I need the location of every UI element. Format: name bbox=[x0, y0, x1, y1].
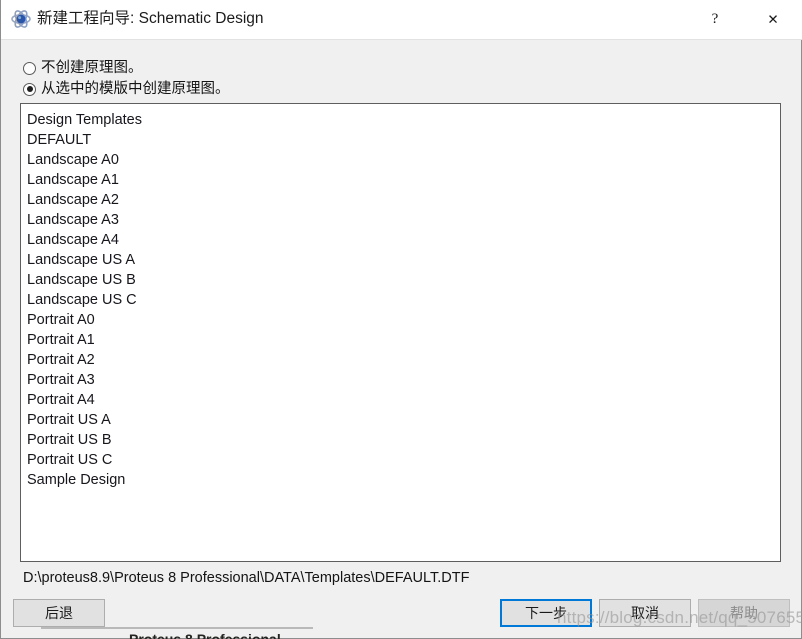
radio-option-from-template[interactable]: 从选中的模版中创建原理图。 bbox=[23, 79, 523, 99]
list-item[interactable]: Landscape A1 bbox=[21, 170, 780, 190]
back-button[interactable]: 后退 bbox=[13, 599, 105, 627]
list-item[interactable]: Sample Design bbox=[21, 470, 780, 490]
radio-indicator-checked[interactable] bbox=[23, 82, 36, 96]
bottom-edge-divider bbox=[41, 627, 313, 629]
list-item[interactable]: Design Templates bbox=[21, 110, 780, 130]
window-title: 新建工程向导: Schematic Design bbox=[37, 10, 264, 27]
title-bar: 新建工程向导: Schematic Design ? ✕ bbox=[1, 0, 802, 40]
list-item[interactable]: Landscape A0 bbox=[21, 150, 780, 170]
list-item[interactable]: DEFAULT bbox=[21, 130, 780, 150]
list-item[interactable]: Portrait A1 bbox=[21, 330, 780, 350]
list-item[interactable]: Landscape US C bbox=[21, 290, 780, 310]
list-item[interactable]: Portrait A2 bbox=[21, 350, 780, 370]
schematic-option-radio-group: 不创建原理图。 从选中的模版中创建原理图。 bbox=[23, 58, 523, 100]
list-item[interactable]: Landscape US A bbox=[21, 250, 780, 270]
radio-option-no-schematic-label: 不创建原理图。 bbox=[41, 60, 143, 76]
design-templates-listbox[interactable]: Design Templates DEFAULT Landscape A0 La… bbox=[20, 103, 781, 562]
help-button: 帮助 bbox=[698, 599, 790, 627]
list-item[interactable]: Portrait US C bbox=[21, 450, 780, 470]
list-item[interactable]: Portrait A3 bbox=[21, 370, 780, 390]
list-item[interactable]: Landscape A3 bbox=[21, 210, 780, 230]
cancel-button[interactable]: 取消 bbox=[599, 599, 691, 627]
new-project-wizard-dialog: 新建工程向导: Schematic Design ? ✕ 不创建原理图。 从选中… bbox=[0, 0, 802, 639]
list-item[interactable]: Landscape A2 bbox=[21, 190, 780, 210]
list-item[interactable]: Landscape US B bbox=[21, 270, 780, 290]
listbox-items-container: Design Templates DEFAULT Landscape A0 La… bbox=[21, 104, 780, 490]
help-caption-button[interactable]: ? bbox=[692, 0, 738, 39]
bottom-clipped-text: Proteus 8 Professional bbox=[129, 631, 281, 639]
list-item[interactable]: Portrait US A bbox=[21, 410, 780, 430]
selected-template-path: D:\proteus8.9\Proteus 8 Professional\DAT… bbox=[23, 570, 470, 586]
radio-option-no-schematic[interactable]: 不创建原理图。 bbox=[23, 58, 523, 78]
radio-indicator-unchecked[interactable] bbox=[23, 61, 36, 75]
list-item[interactable]: Landscape A4 bbox=[21, 230, 780, 250]
list-item[interactable]: Portrait A4 bbox=[21, 390, 780, 410]
list-item[interactable]: Portrait A0 bbox=[21, 310, 780, 330]
radio-option-from-template-label: 从选中的模版中创建原理图。 bbox=[41, 81, 230, 97]
close-icon[interactable]: ✕ bbox=[750, 0, 796, 39]
next-button[interactable]: 下一步 bbox=[500, 599, 592, 627]
proteus-atom-icon bbox=[11, 9, 31, 29]
list-item[interactable]: Portrait US B bbox=[21, 430, 780, 450]
